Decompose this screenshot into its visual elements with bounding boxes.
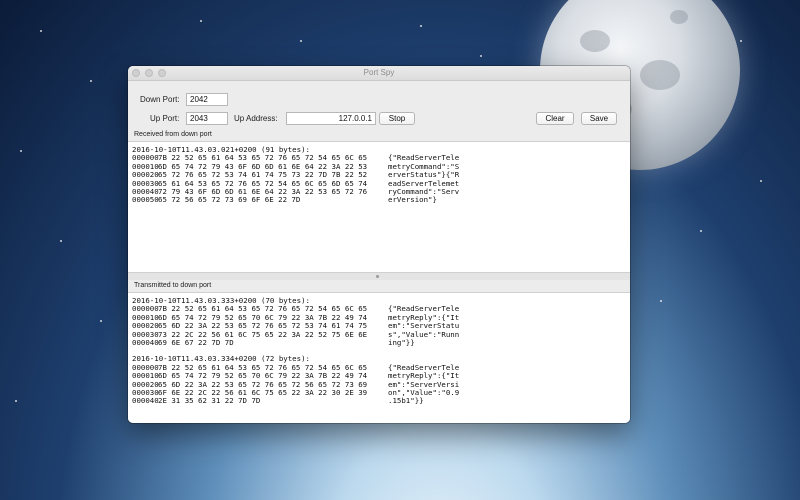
up-address-field[interactable]: 127.0.0.1 bbox=[286, 112, 376, 125]
title-bar[interactable]: Port Spy bbox=[128, 66, 630, 81]
window-title: Port Spy bbox=[363, 68, 395, 77]
ascii-text: erVersion"} bbox=[388, 195, 437, 205]
zoom-window-button[interactable] bbox=[158, 69, 166, 77]
stop-button[interactable]: Stop bbox=[379, 112, 415, 125]
down-port-label: Down Port: bbox=[140, 95, 180, 104]
hex-row: 000040 2E 31 35 62 31 22 7D 7D .15b1"}} bbox=[132, 396, 626, 406]
up-port-label: Up Port: bbox=[150, 114, 180, 123]
divider-grip-icon bbox=[376, 275, 379, 278]
hex-row: 000040 69 6E 67 22 7D 7D ing"}} bbox=[132, 338, 626, 348]
hex-offset: 000040 bbox=[132, 338, 159, 348]
hex-bytes: 2E 31 35 62 31 22 7D 7D bbox=[158, 396, 261, 406]
split-view-divider[interactable] bbox=[128, 273, 630, 280]
received-log[interactable]: 2016-10-10T11.43.03.021+0200 (91 bytes):… bbox=[128, 141, 630, 273]
hex-offset: 000050 bbox=[132, 195, 159, 205]
log-entry: 2016-10-10T11.43.03.333+0200 (70 bytes):… bbox=[132, 296, 626, 348]
transmitted-section-label: Transmitted to down port bbox=[134, 282, 212, 289]
received-section-label: Received from down port bbox=[134, 131, 212, 138]
transmitted-log[interactable]: 2016-10-10T11.43.03.333+0200 (70 bytes):… bbox=[128, 292, 630, 423]
ascii-text: .15b1"}} bbox=[388, 396, 424, 406]
up-port-field[interactable]: 2043 bbox=[186, 112, 228, 125]
close-window-button[interactable] bbox=[132, 69, 140, 77]
minimize-window-button[interactable] bbox=[145, 69, 153, 77]
hex-row: 000050 65 72 56 65 72 73 69 6F 6E 22 7D er… bbox=[132, 195, 626, 205]
connection-form: Down Port: 2042 Up Port: 2043 Up Address… bbox=[128, 81, 630, 129]
hex-bytes: 69 6E 67 22 7D 7D bbox=[158, 338, 234, 348]
down-port-field[interactable]: 2042 bbox=[186, 93, 228, 106]
ascii-text: ing"}} bbox=[388, 338, 415, 348]
hex-offset: 000040 bbox=[132, 396, 159, 406]
port-spy-window: Port Spy Down Port: 2042 Up Port: 2043 U… bbox=[128, 66, 630, 423]
log-entry: 2016-10-10T11.43.03.021+0200 (91 bytes):… bbox=[132, 145, 626, 205]
hex-bytes: 65 72 56 65 72 73 69 6F 6E 22 7D bbox=[158, 195, 301, 205]
log-entry: 2016-10-10T11.43.03.334+0200 (72 bytes):… bbox=[132, 355, 626, 406]
clear-button[interactable]: Clear bbox=[536, 112, 574, 125]
up-address-label: Up Address: bbox=[234, 114, 278, 123]
save-button[interactable]: Save bbox=[581, 112, 617, 125]
